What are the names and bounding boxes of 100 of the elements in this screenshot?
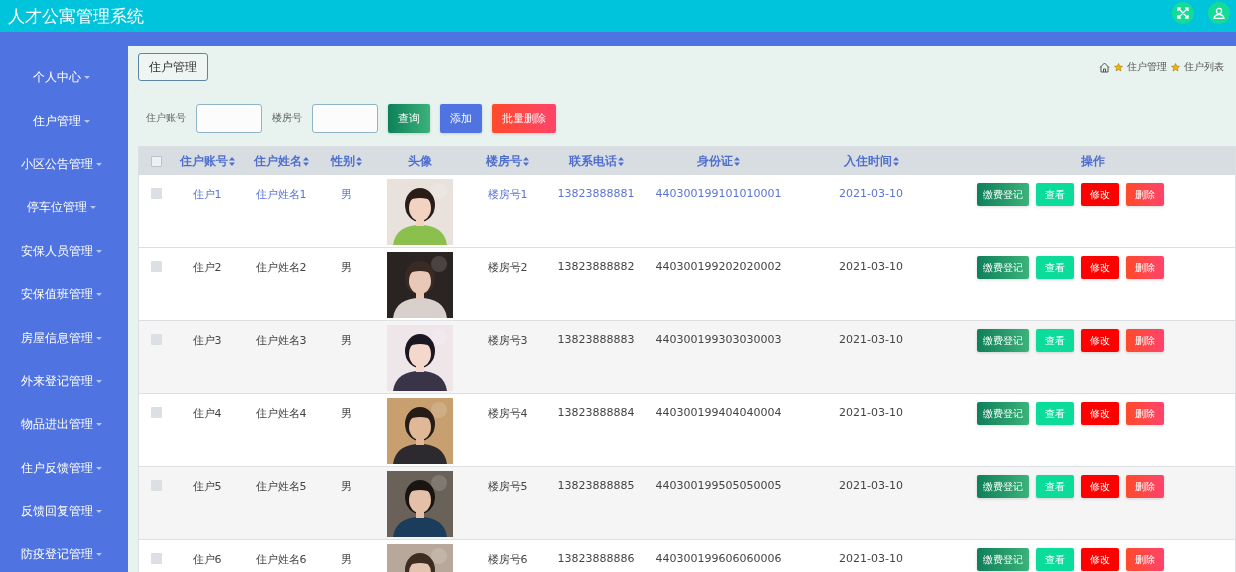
edit-button[interactable]: 修改: [1081, 402, 1119, 425]
home-icon[interactable]: [1099, 61, 1110, 73]
payment-button[interactable]: 缴费登记: [977, 548, 1029, 571]
sidebar-item[interactable]: 住户反馈管理: [0, 446, 128, 490]
star-icon: [1171, 62, 1180, 72]
table-cell: 13823888884: [557, 406, 635, 419]
sort-icon[interactable]: [617, 156, 624, 166]
caret-icon: [83, 76, 90, 80]
table-cell: 楼房号6: [487, 552, 528, 567]
checkbox[interactable]: [150, 553, 162, 564]
column-header[interactable]: 楼房号: [469, 152, 546, 170]
table-cell: 2021-03-10: [839, 479, 903, 492]
column-header: 操作: [1080, 152, 1106, 170]
checkbox[interactable]: [150, 407, 162, 418]
input-field[interactable]: [196, 103, 262, 133]
table-cell: 13823888882: [557, 260, 635, 273]
sidebar-item[interactable]: 小区公告管理: [0, 142, 128, 187]
caret-icon: [95, 553, 102, 557]
edit-button[interactable]: 修改: [1081, 183, 1119, 206]
breadcrumb-item[interactable]: 住户管理: [1127, 60, 1167, 74]
column-header[interactable]: 性别: [321, 152, 371, 170]
field-label: 住户账号: [146, 111, 186, 125]
table-cell: 男: [340, 260, 352, 275]
table-cell: 440300199505050005: [655, 479, 782, 492]
payment-button[interactable]: 缴费登记: [977, 402, 1029, 425]
column-header[interactable]: 住户账号: [173, 152, 241, 170]
table-cell: 住户3: [192, 333, 222, 348]
sort-icon[interactable]: [302, 156, 309, 166]
delete-button[interactable]: 删除: [1126, 548, 1164, 571]
sidebar-item[interactable]: 住户管理: [0, 99, 128, 143]
delete-button[interactable]: 删除: [1126, 183, 1164, 206]
delete-button[interactable]: 删除: [1126, 329, 1164, 352]
field-label: 楼房号: [272, 111, 302, 125]
table-cell: 楼房号2: [487, 260, 528, 275]
table-cell: 2021-03-10: [839, 406, 903, 419]
edit-button[interactable]: 修改: [1081, 548, 1119, 571]
checkbox[interactable]: [150, 261, 162, 272]
sidebar-item[interactable]: 停车位管理: [0, 186, 128, 230]
caret-icon: [83, 119, 90, 123]
sort-icon[interactable]: [734, 156, 740, 166]
table-cell: 男: [340, 479, 352, 494]
edit-button[interactable]: 修改: [1081, 256, 1119, 279]
query-button[interactable]: 查询: [388, 103, 430, 133]
table-cell: 13823888883: [557, 333, 635, 346]
table-cell: 住户5: [192, 479, 222, 494]
table-cell: 楼房号5: [487, 479, 528, 494]
table-cell: 男: [340, 187, 352, 202]
add-button[interactable]: 添加: [440, 103, 482, 133]
sidebar-item[interactable]: 房屋信息管理: [0, 316, 128, 360]
sidebar-item[interactable]: 物品进出管理: [0, 403, 128, 447]
edit-button[interactable]: 修改: [1081, 475, 1119, 498]
checkbox[interactable]: [150, 334, 162, 345]
sidebar-item[interactable]: 安保值班管理: [0, 272, 128, 317]
delete-button[interactable]: 删除: [1126, 475, 1164, 498]
user-icon[interactable]: [1208, 2, 1230, 24]
table-cell: 2021-03-10: [839, 552, 903, 565]
fullscreen-icon[interactable]: [1172, 2, 1194, 24]
caret-icon: [95, 336, 102, 340]
delete-button[interactable]: 批量删除: [492, 103, 556, 133]
table-cell: 440300199202020002: [655, 260, 782, 273]
column-header[interactable]: 身份证: [646, 152, 791, 170]
caret-icon: [95, 466, 102, 470]
sidebar-item[interactable]: 外来登记管理: [0, 359, 128, 404]
column-header[interactable]: 联系电话: [546, 152, 646, 170]
table-row[interactable]: 住户3 住户姓名3 男 楼房号3 13823888883 440300199303030003 2021-03-10 缴费登记 查看 修改 删除: [139, 321, 1235, 394]
checkbox[interactable]: [150, 480, 162, 491]
tab[interactable]: 住户管理: [138, 53, 208, 81]
payment-button[interactable]: 缴费登记: [977, 329, 1029, 352]
checkbox[interactable]: [150, 188, 162, 199]
column-header[interactable]: 入住时间: [791, 152, 951, 170]
app-title: 人才公寓管理系统: [8, 4, 144, 28]
payment-button[interactable]: 缴费登记: [977, 256, 1029, 279]
payment-button[interactable]: 缴费登记: [977, 183, 1029, 206]
sidebar-item[interactable]: 安保人员管理: [0, 229, 128, 273]
sort-icon[interactable]: [355, 156, 362, 166]
star-icon: [1114, 62, 1123, 72]
caret-icon: [95, 510, 102, 514]
sort-icon[interactable]: [228, 156, 235, 166]
sidebar-item[interactable]: 个人中心: [0, 56, 128, 100]
table-cell: 440300199404040004: [655, 406, 782, 419]
payment-button[interactable]: 缴费登记: [977, 475, 1029, 498]
caret-icon: [95, 379, 102, 383]
breadcrumb-item[interactable]: 住户列表: [1184, 60, 1224, 74]
table-cell: 住户姓名6: [255, 552, 307, 567]
sidebar-item[interactable]: 反馈回复管理: [0, 489, 128, 534]
table-cell: 440300199303030003: [655, 333, 782, 346]
table-cell: 2021-03-10: [839, 333, 903, 346]
delete-button[interactable]: 删除: [1126, 402, 1164, 425]
delete-button[interactable]: 删除: [1126, 256, 1164, 279]
edit-button[interactable]: 修改: [1081, 329, 1119, 352]
table-cell: 男: [340, 333, 352, 348]
sort-icon[interactable]: [892, 156, 899, 166]
table-cell: 楼房号1: [487, 187, 528, 202]
table-cell: 楼房号3: [487, 333, 528, 348]
checkbox[interactable]: [150, 155, 162, 167]
column-header[interactable]: 住户姓名: [241, 152, 321, 170]
input-field[interactable]: [312, 103, 378, 133]
sort-icon[interactable]: [523, 156, 529, 166]
table-row[interactable]: 住户5 住户姓名5 男 楼房号5 13823888885 440300199505050005 2021-03-10 缴费登记 查看 修改 删除: [139, 467, 1235, 540]
sidebar-item[interactable]: 防疫登记管理: [0, 533, 128, 572]
